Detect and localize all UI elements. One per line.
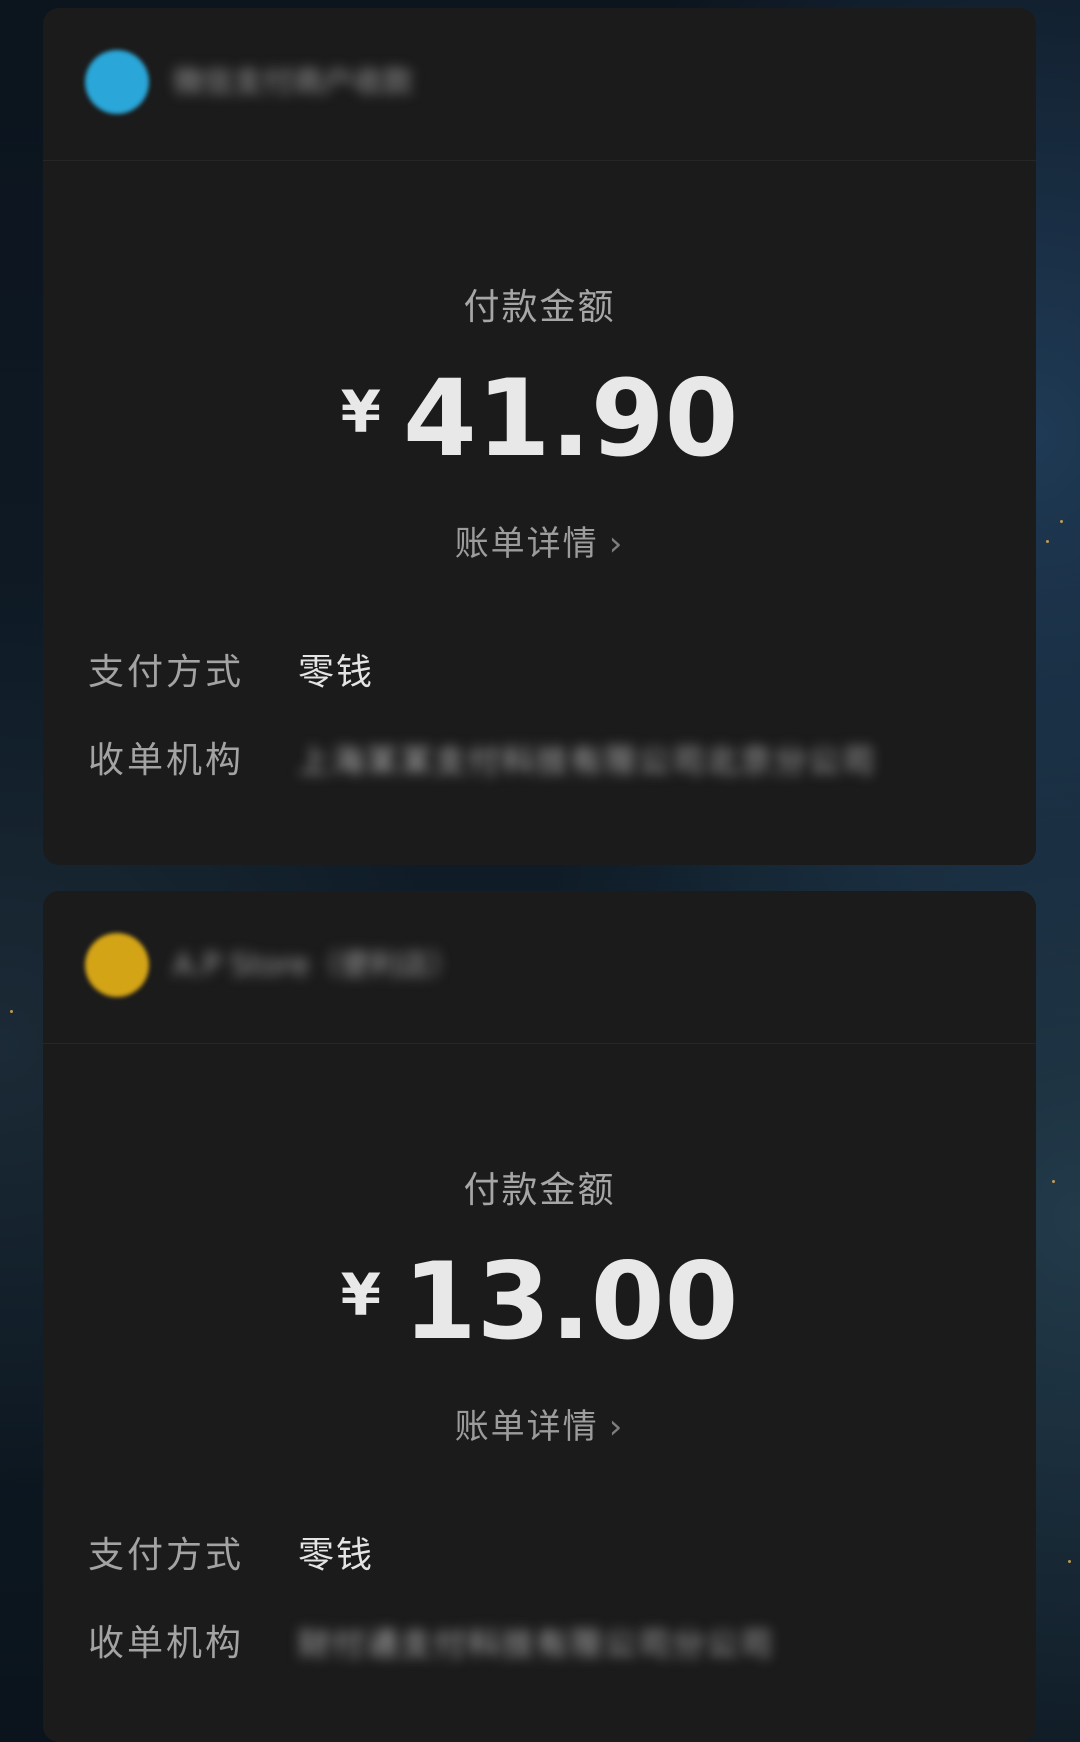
amount-label: 付款金额 xyxy=(463,1170,616,1211)
payment-method-row: 支付方式 零钱 xyxy=(88,1531,374,1581)
merchant-avatar xyxy=(85,50,149,114)
acquirer-value: 财付通支付科技有限公司分公司 xyxy=(298,1625,775,1663)
payment-amount: ¥41.90 xyxy=(43,364,1036,474)
amount-value: 41.90 xyxy=(403,357,739,480)
bill-details-link[interactable]: 账单详情 › xyxy=(43,1399,1036,1448)
bill-details-label: 账单详情 xyxy=(454,1407,599,1447)
payment-method-value: 零钱 xyxy=(298,652,375,693)
transaction-card: A.P Store（便利店） 付款金额 ¥13.00 账单详情 › 支付方式 零钱 … xyxy=(43,891,1036,1742)
bill-details-label: 账单详情 xyxy=(454,524,599,564)
acquirer-row: 收单机构 财付通支付科技有限公司分公司 xyxy=(88,1619,774,1669)
payment-amount: ¥13.00 xyxy=(43,1247,1036,1357)
merchant-name: 微信支付商户收款 xyxy=(173,65,413,100)
amount-label: 付款金额 xyxy=(463,287,616,328)
payment-method-value: 零钱 xyxy=(298,1535,375,1576)
merchant-header[interactable]: A.P Store（便利店） xyxy=(43,891,1036,1044)
acquirer-label: 收单机构 xyxy=(88,740,245,781)
currency-symbol: ¥ xyxy=(340,1261,382,1329)
transaction-card: 微信支付商户收款 付款金额 ¥41.90 账单详情 › 支付方式 零钱 收单机构 上海… xyxy=(43,8,1036,865)
payment-method-row: 支付方式 零钱 xyxy=(88,648,374,698)
wallpaper-light xyxy=(10,1010,13,1013)
acquirer-row: 收单机构 上海某某支付科技有限公司北京分公司 xyxy=(88,736,876,786)
merchant-header[interactable]: 微信支付商户收款 xyxy=(43,8,1036,161)
acquirer-label: 收单机构 xyxy=(88,1623,245,1664)
payment-method-label: 支付方式 xyxy=(88,1535,245,1576)
acquirer-value: 上海某某支付科技有限公司北京分公司 xyxy=(298,742,877,780)
wallpaper-light xyxy=(1046,540,1049,543)
payment-method-label: 支付方式 xyxy=(88,652,245,693)
merchant-name: A.P Store（便利店） xyxy=(173,948,460,983)
wallpaper-light xyxy=(1060,520,1063,523)
amount-value: 13.00 xyxy=(403,1240,739,1363)
wallpaper-light xyxy=(1052,1180,1055,1183)
merchant-avatar xyxy=(85,933,149,997)
wallpaper-light xyxy=(1068,1560,1071,1563)
currency-symbol: ¥ xyxy=(340,378,382,446)
chevron-right-icon: › xyxy=(608,1407,625,1447)
chevron-right-icon: › xyxy=(608,524,625,564)
bill-details-link[interactable]: 账单详情 › xyxy=(43,516,1036,565)
